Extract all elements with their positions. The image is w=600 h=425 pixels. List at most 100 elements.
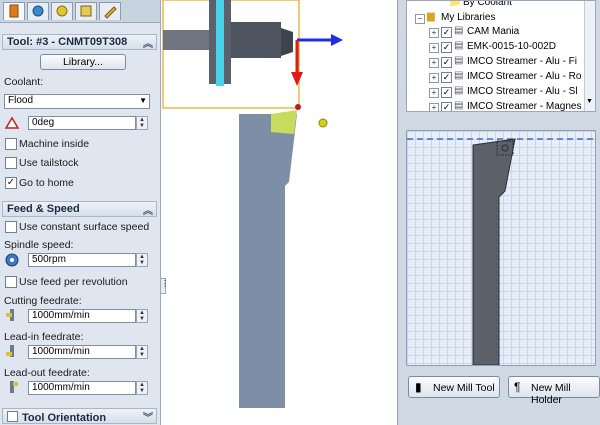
library-checkbox[interactable]: ✓ bbox=[441, 72, 452, 83]
angle-spinner[interactable]: ▲ ▼ bbox=[136, 116, 148, 130]
data-tab[interactable] bbox=[75, 2, 97, 20]
new-mill-tool-button[interactable]: ▮ New Mill Tool bbox=[408, 376, 500, 398]
leadin-feedrate-spinner[interactable]: ▲ ▼ bbox=[136, 345, 148, 359]
origin-point bbox=[295, 104, 301, 110]
library-checkbox[interactable]: ✓ bbox=[441, 27, 452, 38]
leadin-feed-icon bbox=[6, 345, 14, 357]
expand-node-icon[interactable]: + bbox=[429, 88, 439, 98]
graphics-viewport[interactable] bbox=[161, 0, 397, 425]
library-icon: ▤ bbox=[454, 25, 464, 36]
library-icon: ▤ bbox=[454, 70, 464, 81]
tree-row-by-coolant[interactable]: 📁 By Coolant bbox=[407, 0, 595, 11]
edit-tab[interactable] bbox=[99, 2, 121, 20]
leadout-feedrate-spinner[interactable]: ▲ ▼ bbox=[136, 381, 148, 395]
preview-drawing bbox=[407, 138, 595, 365]
tree-label: IMCO Streamer - Alu - Ro bbox=[467, 71, 582, 82]
coolant-select[interactable]: Flood ▼ bbox=[4, 94, 150, 109]
expand-node-icon[interactable]: + bbox=[429, 103, 439, 111]
feed-per-rev-label: Use feed per revolution bbox=[19, 276, 128, 288]
tool-section-header[interactable]: Tool: #3 - CNMT09T308 ︽ bbox=[2, 34, 157, 50]
tool-tab[interactable] bbox=[3, 2, 25, 20]
constant-surface-speed-label: Use constant surface speed bbox=[19, 221, 150, 233]
collapse-node-icon[interactable]: − bbox=[415, 14, 425, 24]
scroll-down-icon[interactable]: ▼ bbox=[586, 98, 593, 105]
tree-label: IMCO Streamer - Magnes bbox=[467, 101, 582, 112]
expand-node-icon[interactable]: + bbox=[429, 73, 439, 83]
edit-tab-icon bbox=[104, 6, 117, 19]
tree-row-library[interactable]: + ✓ ▤ IMCO Streamer - Alu - Ro bbox=[407, 70, 587, 84]
tree-row-library[interactable]: + ✓ ▤ IMCO Streamer - Alu - Sl bbox=[407, 85, 587, 99]
spindle-speed-input[interactable]: 500rpm bbox=[28, 253, 136, 267]
go-to-home-checkbox[interactable]: ✓ bbox=[5, 177, 17, 189]
tree-scrollbar[interactable]: ▼ bbox=[584, 1, 595, 111]
property-panel: Tool: #3 - CNMT09T308 ︽ Library... Coola… bbox=[0, 0, 161, 425]
chevron-down-icon: ▼ bbox=[139, 96, 147, 105]
cutting-feed-icon bbox=[6, 309, 14, 321]
spindle-icon bbox=[5, 253, 19, 267]
tree-label: My Libraries bbox=[441, 12, 496, 23]
library-icon: ▤ bbox=[454, 85, 464, 96]
constant-surface-speed-checkbox[interactable] bbox=[5, 221, 17, 233]
library-checkbox[interactable]: ✓ bbox=[441, 87, 452, 98]
leadout-feed-icon bbox=[10, 381, 18, 393]
tree-label: CAM Mania bbox=[467, 26, 520, 37]
leadin-feedrate-label: Lead-in feedrate: bbox=[4, 331, 84, 343]
holder-highlight bbox=[216, 0, 224, 86]
library-checkbox[interactable]: ✓ bbox=[441, 57, 452, 68]
tree-row-library[interactable]: + ✓ ▤ CAM Mania bbox=[407, 25, 587, 39]
leadout-feedrate-label: Lead-out feedrate: bbox=[4, 367, 90, 379]
tool-preview-pane bbox=[406, 130, 596, 366]
cutting-feedrate-input[interactable]: 1000mm/min bbox=[28, 309, 136, 323]
collapse-icon[interactable]: ︽ bbox=[143, 202, 153, 217]
expand-node-icon[interactable]: + bbox=[429, 43, 439, 53]
expand-node-icon[interactable]: + bbox=[429, 28, 439, 38]
new-mill-holder-label: New Mill Holder bbox=[531, 382, 571, 406]
tree-row-library[interactable]: + ✓ ▤ IMCO Streamer - Magnes bbox=[407, 100, 587, 112]
library-tree[interactable]: 📁 By Coolant − ▆ My Libraries + ✓ ▤ CAM Man… bbox=[406, 0, 596, 112]
spindle-speed-label: Spindle speed: bbox=[4, 239, 74, 251]
tree-row-my-libraries[interactable]: − ▆ My Libraries bbox=[407, 11, 595, 25]
tool-insert bbox=[271, 110, 297, 134]
library-checkbox[interactable]: ✓ bbox=[441, 102, 452, 111]
cutting-feedrate-spinner[interactable]: ▲ ▼ bbox=[136, 309, 148, 323]
setup-tab[interactable] bbox=[27, 2, 49, 20]
leadout-feedrate-input[interactable]: 1000mm/min bbox=[28, 381, 136, 395]
panel-tab-strip bbox=[0, 0, 160, 23]
machine-inside-label: Machine inside bbox=[19, 138, 90, 150]
new-mill-holder-button[interactable]: ¶ New Mill Holder bbox=[508, 376, 600, 406]
angle-input[interactable]: 0deg bbox=[28, 116, 136, 130]
expand-icon[interactable]: ︾ bbox=[143, 409, 153, 424]
tool-section-title: Tool: #3 - CNMT09T308 bbox=[7, 36, 128, 48]
library-icon: ▤ bbox=[454, 100, 464, 111]
expand-node-icon[interactable]: + bbox=[429, 58, 439, 68]
tree-row-library[interactable]: + ✓ ▤ IMCO Streamer - Alu - Fi bbox=[407, 55, 587, 69]
coolant-label: Coolant: bbox=[4, 76, 44, 88]
tree-row-library[interactable]: + ✓ ▤ EMK-0015-10-002D bbox=[407, 40, 587, 54]
library-checkbox[interactable]: ✓ bbox=[441, 42, 452, 53]
machine-inside-checkbox[interactable] bbox=[5, 138, 17, 150]
library-icon: ▤ bbox=[454, 55, 464, 66]
library-button[interactable]: Library... bbox=[40, 54, 126, 70]
tool-orientation-header[interactable]: Tool Orientation ︾ bbox=[2, 408, 157, 424]
holder-tab[interactable] bbox=[51, 2, 73, 20]
tool-orientation-checkbox[interactable] bbox=[7, 411, 18, 422]
mill-tool-icon: ▮ bbox=[415, 380, 422, 394]
holder-collet bbox=[231, 22, 281, 58]
holder-tab-icon bbox=[56, 5, 68, 17]
new-mill-tool-label: New Mill Tool bbox=[433, 382, 495, 394]
y-axis-arrowhead bbox=[291, 72, 303, 86]
feed-per-rev-checkbox[interactable] bbox=[5, 276, 17, 288]
feed-section-header[interactable]: Feed & Speed ︽ bbox=[2, 201, 157, 217]
setup-tab-icon bbox=[32, 5, 44, 17]
folder-icon: 📁 bbox=[449, 0, 462, 8]
data-tab-icon bbox=[80, 5, 92, 17]
leadin-feedrate-input[interactable]: 1000mm/min bbox=[28, 345, 136, 359]
spindle-speed-spinner[interactable]: ▲ ▼ bbox=[136, 253, 148, 267]
mill-holder-icon: ¶ bbox=[514, 380, 521, 394]
tool-tab-icon bbox=[9, 4, 19, 18]
collapse-icon[interactable]: ︽ bbox=[143, 35, 153, 50]
use-tailstock-checkbox[interactable] bbox=[5, 157, 17, 169]
tree-label: EMK-0015-10-002D bbox=[467, 41, 556, 52]
tool-point-marker bbox=[318, 118, 328, 128]
tree-label: IMCO Streamer - Alu - Fi bbox=[467, 56, 578, 67]
